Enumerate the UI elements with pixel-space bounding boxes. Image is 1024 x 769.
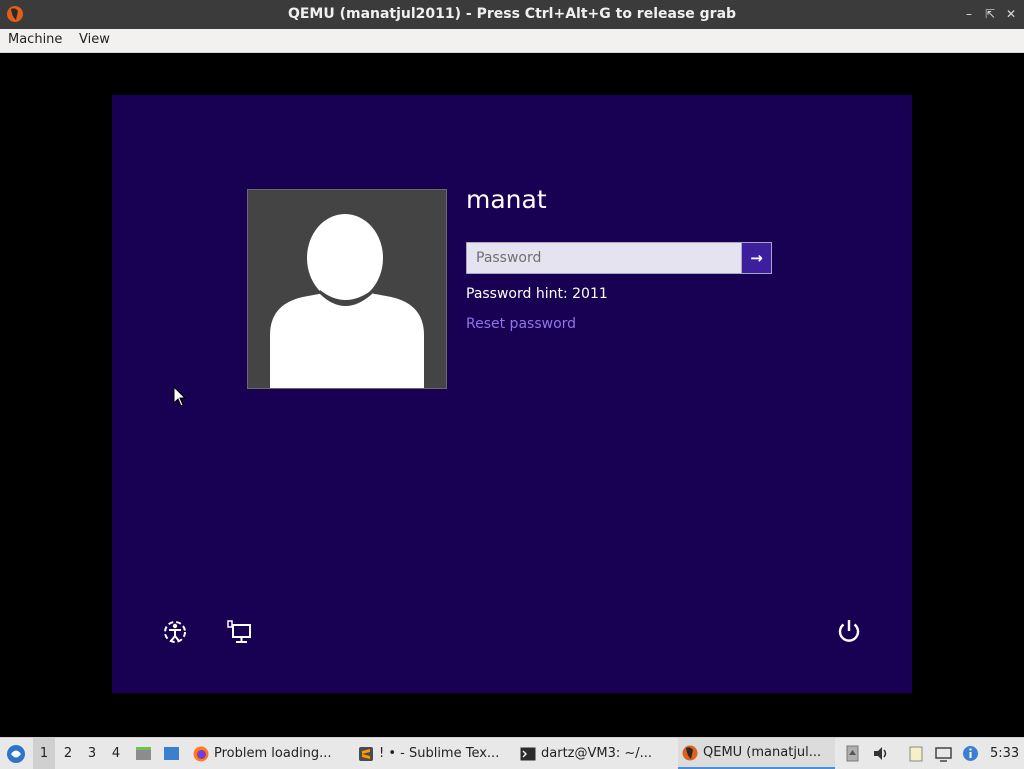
password-input[interactable] [467, 243, 741, 273]
minimize-icon[interactable]: – [960, 5, 978, 23]
clock[interactable]: 5:33 [990, 738, 1019, 769]
start-menu-icon[interactable] [6, 744, 26, 764]
sublime-text-icon [359, 746, 373, 761]
taskbar: 1 2 3 4 Problem loading... ! • - Sublime… [0, 737, 1024, 769]
reset-password-link[interactable]: Reset password [466, 316, 576, 332]
task-sublime-text[interactable]: ! • - Sublime Tex... [358, 738, 508, 769]
file-manager-icon[interactable] [135, 745, 152, 762]
task-firefox[interactable]: Problem loading... [193, 738, 348, 769]
workspace-4[interactable]: 4 [105, 738, 127, 769]
username: manat [466, 185, 547, 214]
power-icon[interactable] [834, 616, 864, 646]
user-avatar [247, 189, 447, 389]
window-title: QEMU (manatjul2011) - Press Ctrl+Alt+G t… [287, 6, 737, 22]
ease-of-access-icon[interactable] [160, 617, 190, 647]
notes-icon[interactable] [908, 745, 925, 762]
user-silhouette-icon [270, 214, 424, 388]
task-qemu[interactable]: QEMU (manatjul... [678, 738, 835, 769]
workspace-3[interactable]: 3 [81, 738, 103, 769]
desktop-icon[interactable] [163, 745, 180, 762]
password-hint: Password hint: 2011 [466, 286, 608, 302]
task-label: dartz@VM3: ~/... [541, 746, 653, 761]
task-label: Problem loading... [214, 746, 332, 761]
submit-button[interactable]: → [741, 243, 771, 273]
close-icon[interactable]: ✕ [1002, 5, 1020, 23]
network-icon[interactable] [225, 617, 255, 647]
workspace-1[interactable]: 1 [33, 738, 55, 769]
workspace-2[interactable]: 2 [57, 738, 79, 769]
task-label: QEMU (manatjul... [703, 745, 822, 760]
task-terminal[interactable]: dartz@VM3: ~/... [520, 738, 670, 769]
volume-icon[interactable] [872, 745, 889, 762]
clipboard-icon[interactable] [844, 745, 861, 762]
task-label: ! • - Sublime Tex... [379, 746, 500, 761]
arrow-right-icon: → [750, 249, 763, 267]
info-icon[interactable] [962, 745, 979, 762]
firefox-icon [193, 746, 209, 761]
menu-view[interactable]: View [79, 32, 110, 47]
restore-icon[interactable]: ⇱ [981, 5, 999, 23]
password-box: → [466, 242, 772, 274]
window-titlebar[interactable]: QEMU (manatjul2011) - Press Ctrl+Alt+G t… [0, 0, 1024, 29]
qemu-icon [682, 745, 698, 760]
network-icon[interactable] [935, 745, 952, 762]
mouse-cursor-icon [173, 386, 187, 407]
menu-machine[interactable]: Machine [8, 32, 62, 47]
terminal-icon [520, 747, 536, 760]
menubar: Machine View [0, 29, 1024, 53]
